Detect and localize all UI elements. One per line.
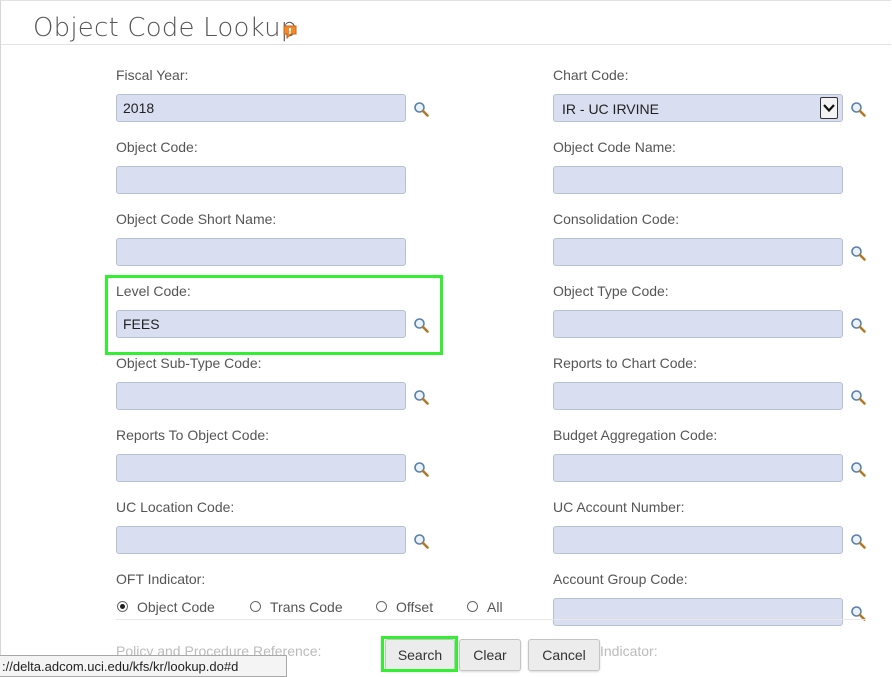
- radio-unselected-icon[interactable]: [376, 601, 387, 612]
- fiscal-year-input[interactable]: [116, 94, 406, 122]
- chart-code-lookup-icon[interactable]: [850, 101, 866, 117]
- object-sub-type-code-lookup-icon[interactable]: [413, 389, 429, 405]
- status-bar-url: ://delta.adcom.uci.edu/kfs/kr/lookup.do#…: [0, 655, 287, 677]
- uc-account-number-label: UC Account Number:: [553, 499, 685, 515]
- reports-to-chart-code-lookup-icon[interactable]: [850, 389, 866, 405]
- chevron-down-icon[interactable]: [820, 97, 838, 119]
- uc-account-number-input[interactable]: [553, 526, 843, 554]
- reports-to-chart-code-input[interactable]: [553, 382, 843, 410]
- chart-code-select[interactable]: IR - UC IRVINE: [553, 94, 843, 122]
- object-type-code-input[interactable]: [553, 310, 843, 338]
- reports-to-object-code-input[interactable]: [116, 454, 406, 482]
- budget-aggregation-code-label: Budget Aggregation Code:: [553, 427, 718, 443]
- object-code-name-label: Object Code Name:: [553, 139, 676, 155]
- indicator-label-partial: Indicator:: [600, 643, 658, 659]
- consolidation-code-label: Consolidation Code:: [553, 211, 680, 227]
- account-group-code-label: Account Group Code:: [553, 571, 688, 587]
- object-code-short-name-label: Object Code Short Name:: [116, 211, 277, 227]
- level-code-highlight: [105, 275, 443, 355]
- consolidation-code-lookup-icon[interactable]: [850, 245, 866, 261]
- fiscal-year-label: Fiscal Year:: [116, 67, 189, 83]
- uc-account-number-lookup-icon[interactable]: [850, 533, 866, 549]
- clear-button[interactable]: Clear: [459, 639, 521, 671]
- reports-to-object-code-label: Reports To Object Code:: [116, 427, 270, 443]
- page-title: Object Code Lookup: [33, 13, 298, 43]
- uc-location-code-label: UC Location Code:: [116, 499, 235, 515]
- object-type-code-label: Object Type Code:: [553, 283, 669, 299]
- reports-to-chart-code-label: Reports to Chart Code:: [553, 355, 697, 371]
- oft-indicator-label: OFT Indicator:: [116, 571, 206, 587]
- object-sub-type-code-label: Object Sub-Type Code:: [116, 355, 262, 371]
- object-type-code-lookup-icon[interactable]: [850, 317, 866, 333]
- help-flag-icon[interactable]: [282, 24, 298, 40]
- radio-unselected-icon[interactable]: [467, 601, 478, 612]
- object-code-short-name-input[interactable]: [116, 238, 406, 266]
- button-bar-divider: [116, 619, 866, 620]
- radio-unselected-icon[interactable]: [250, 601, 261, 612]
- uc-location-code-input[interactable]: [116, 526, 406, 554]
- object-sub-type-code-input[interactable]: [116, 382, 406, 410]
- object-code-label: Object Code:: [116, 139, 198, 155]
- account-group-code-input[interactable]: [553, 598, 843, 626]
- uc-location-code-lookup-icon[interactable]: [413, 533, 429, 549]
- reports-to-object-code-lookup-icon[interactable]: [413, 461, 429, 477]
- chart-code-label: Chart Code:: [553, 67, 629, 83]
- budget-aggregation-code-lookup-icon[interactable]: [850, 461, 866, 477]
- budget-aggregation-code-input[interactable]: [553, 454, 843, 482]
- radio-selected-icon[interactable]: [117, 601, 128, 612]
- search-button-highlight: [381, 636, 458, 672]
- object-code-name-input[interactable]: [553, 166, 843, 194]
- object-code-input[interactable]: [116, 166, 406, 194]
- fiscal-year-lookup-icon[interactable]: [413, 101, 429, 117]
- title-bar: Object Code Lookup: [1, 1, 891, 45]
- cancel-button[interactable]: Cancel: [528, 639, 600, 671]
- consolidation-code-input[interactable]: [553, 238, 843, 266]
